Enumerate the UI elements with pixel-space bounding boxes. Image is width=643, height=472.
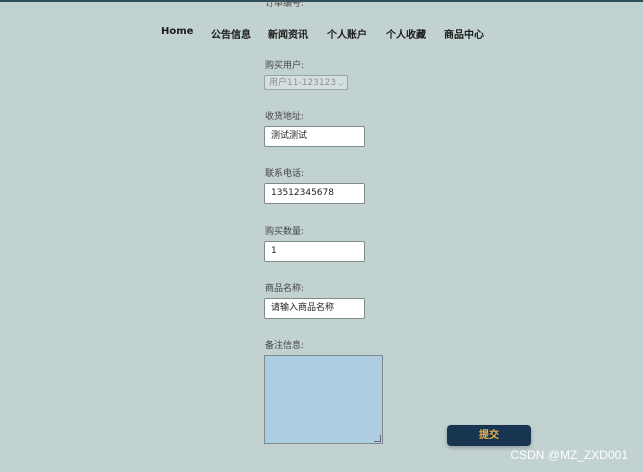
- remarks-textarea[interactable]: [264, 355, 383, 444]
- phone-label: 联系电话:: [265, 169, 305, 179]
- product-input[interactable]: 请输入商品名称: [264, 298, 365, 319]
- nav-item-announcements[interactable]: 公告信息: [211, 26, 251, 41]
- order-id-label: 订单编号:: [265, 0, 305, 9]
- remarks-label: 备注信息:: [265, 341, 305, 351]
- nav-item-products[interactable]: 商品中心: [444, 26, 484, 41]
- top-border: [0, 0, 643, 2]
- resize-grip-icon[interactable]: [374, 435, 381, 442]
- quantity-label: 购买数量:: [265, 227, 305, 237]
- quantity-input[interactable]: 1: [264, 241, 365, 262]
- submit-button[interactable]: 提交: [447, 425, 531, 446]
- address-label: 收货地址:: [265, 112, 305, 122]
- account-select[interactable]: 用户11-123123 ⌵: [264, 75, 348, 90]
- account-select-value: 用户11-123123: [269, 78, 337, 88]
- address-input[interactable]: 测试测试: [264, 126, 365, 147]
- top-nav: Home 公告信息 新闻资讯 个人账户 个人收藏 商品中心: [0, 26, 643, 46]
- nav-item-home[interactable]: Home: [161, 26, 193, 37]
- nav-item-favorites[interactable]: 个人收藏: [386, 26, 426, 41]
- nav-item-account[interactable]: 个人账户: [327, 26, 367, 41]
- watermark: CSDN @MZ_ZXD001: [510, 448, 628, 462]
- nav-item-news[interactable]: 新闻资讯: [268, 26, 308, 41]
- product-label: 商品名称:: [265, 284, 305, 294]
- chevron-down-icon: ⌵: [337, 79, 344, 88]
- phone-input[interactable]: 13512345678: [264, 183, 365, 204]
- account-label: 购买用户:: [265, 61, 305, 71]
